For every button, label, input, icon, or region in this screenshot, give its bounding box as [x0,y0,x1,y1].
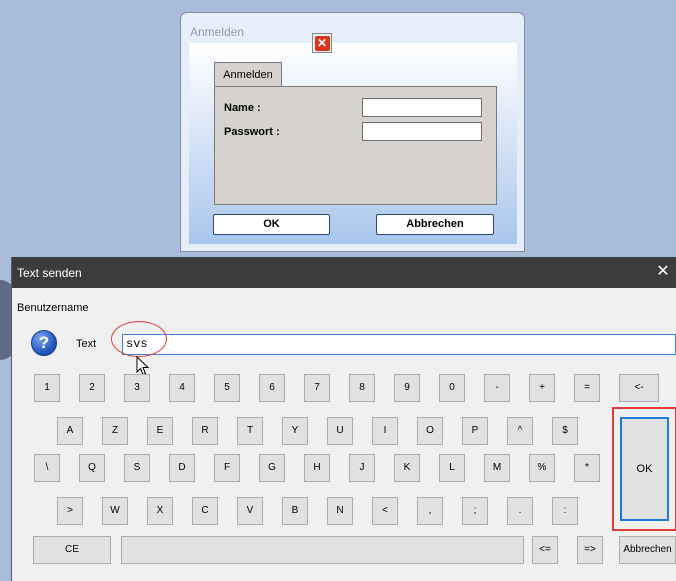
field-caption: Benutzername [17,302,89,314]
key-row2-9[interactable]: P [462,417,488,445]
key-abbrechen[interactable]: Abbrechen [619,536,676,564]
text-label: Text [76,338,97,350]
login-ok-button[interactable]: OK [213,214,330,235]
key-row3-12[interactable]: * [574,454,600,482]
key-row4-1[interactable]: W [102,497,128,525]
key-row3-4[interactable]: F [214,454,240,482]
key-row3-6[interactable]: H [304,454,330,482]
key-row1-8[interactable]: 9 [394,374,420,402]
key-row2-1[interactable]: Z [102,417,128,445]
key-row3-8[interactable]: K [394,454,420,482]
key-ce[interactable]: CE [33,536,111,564]
close-icon[interactable]: ✕ [312,33,332,53]
key-row3-5[interactable]: G [259,454,285,482]
key-row2-4[interactable]: T [237,417,263,445]
key-row4-0[interactable]: > [57,497,83,525]
key-row2-6[interactable]: U [327,417,353,445]
key-row1-12[interactable]: = [574,374,600,402]
text-input[interactable]: svs [122,334,676,355]
key-row3-1[interactable]: Q [79,454,105,482]
password-label: Passwort : [224,126,280,138]
key-row4-4[interactable]: V [237,497,263,525]
login-cancel-button[interactable]: Abbrechen [376,214,494,235]
key-row4-11[interactable]: : [552,497,578,525]
key-row4-2[interactable]: X [147,497,173,525]
key-row1-0[interactable]: 1 [34,374,60,402]
text-senden-window: Text senden ✕ Benutzername ? Text svs OK… [11,257,676,581]
key-row4-3[interactable]: C [192,497,218,525]
key-row1-6[interactable]: 7 [304,374,330,402]
key-row4-9[interactable]: ; [462,497,488,525]
key-row3-10[interactable]: M [484,454,510,482]
key-row3-7[interactable]: J [349,454,375,482]
annotation-circle [111,321,167,357]
key-row2-5[interactable]: Y [282,417,308,445]
key-row1-11[interactable]: + [529,374,555,402]
mouse-cursor-icon [136,356,150,376]
key-row1-10[interactable]: - [484,374,510,402]
key-row3-2[interactable]: S [124,454,150,482]
key-row3-11[interactable]: % [529,454,555,482]
key-row3-9[interactable]: L [439,454,465,482]
key-row3-0[interactable]: \ [34,454,60,482]
key-row2-10[interactable]: ^ [507,417,533,445]
key-row4-5[interactable]: B [282,497,308,525]
key-row4-7[interactable]: < [372,497,398,525]
key-row1-4[interactable]: 5 [214,374,240,402]
annotation-box [612,407,676,531]
key-row1-3[interactable]: 4 [169,374,195,402]
close-icon[interactable]: ✕ [654,263,672,281]
key-row2-11[interactable]: $ [552,417,578,445]
window-title: Text senden [17,266,82,280]
name-field[interactable] [362,98,482,117]
password-field[interactable] [362,122,482,141]
key-row1-1[interactable]: 2 [79,374,105,402]
key-row2-3[interactable]: R [192,417,218,445]
name-label: Name : [224,102,261,114]
key-row1-7[interactable]: 8 [349,374,375,402]
tab-anmelden[interactable]: Anmelden [214,62,282,86]
key-row1-2[interactable]: 3 [124,374,150,402]
key-row4-10[interactable]: . [507,497,533,525]
key-row4-6[interactable]: N [327,497,353,525]
login-dialog-title: Anmelden [190,25,245,39]
key-left-arrow[interactable]: <= [532,536,558,564]
key-row2-7[interactable]: I [372,417,398,445]
key-right-arrow[interactable]: => [577,536,603,564]
key-row3-3[interactable]: D [169,454,195,482]
key-row1-13[interactable]: <- [619,374,659,402]
key-row1-5[interactable]: 6 [259,374,285,402]
window-titlebar: Text senden ✕ [12,257,676,288]
key-row2-2[interactable]: E [147,417,173,445]
key-row1-9[interactable]: 0 [439,374,465,402]
question-icon: ? [31,330,57,356]
key-space[interactable] [121,536,524,564]
key-row4-8[interactable]: , [417,497,443,525]
key-row2-8[interactable]: O [417,417,443,445]
key-row2-0[interactable]: A [57,417,83,445]
